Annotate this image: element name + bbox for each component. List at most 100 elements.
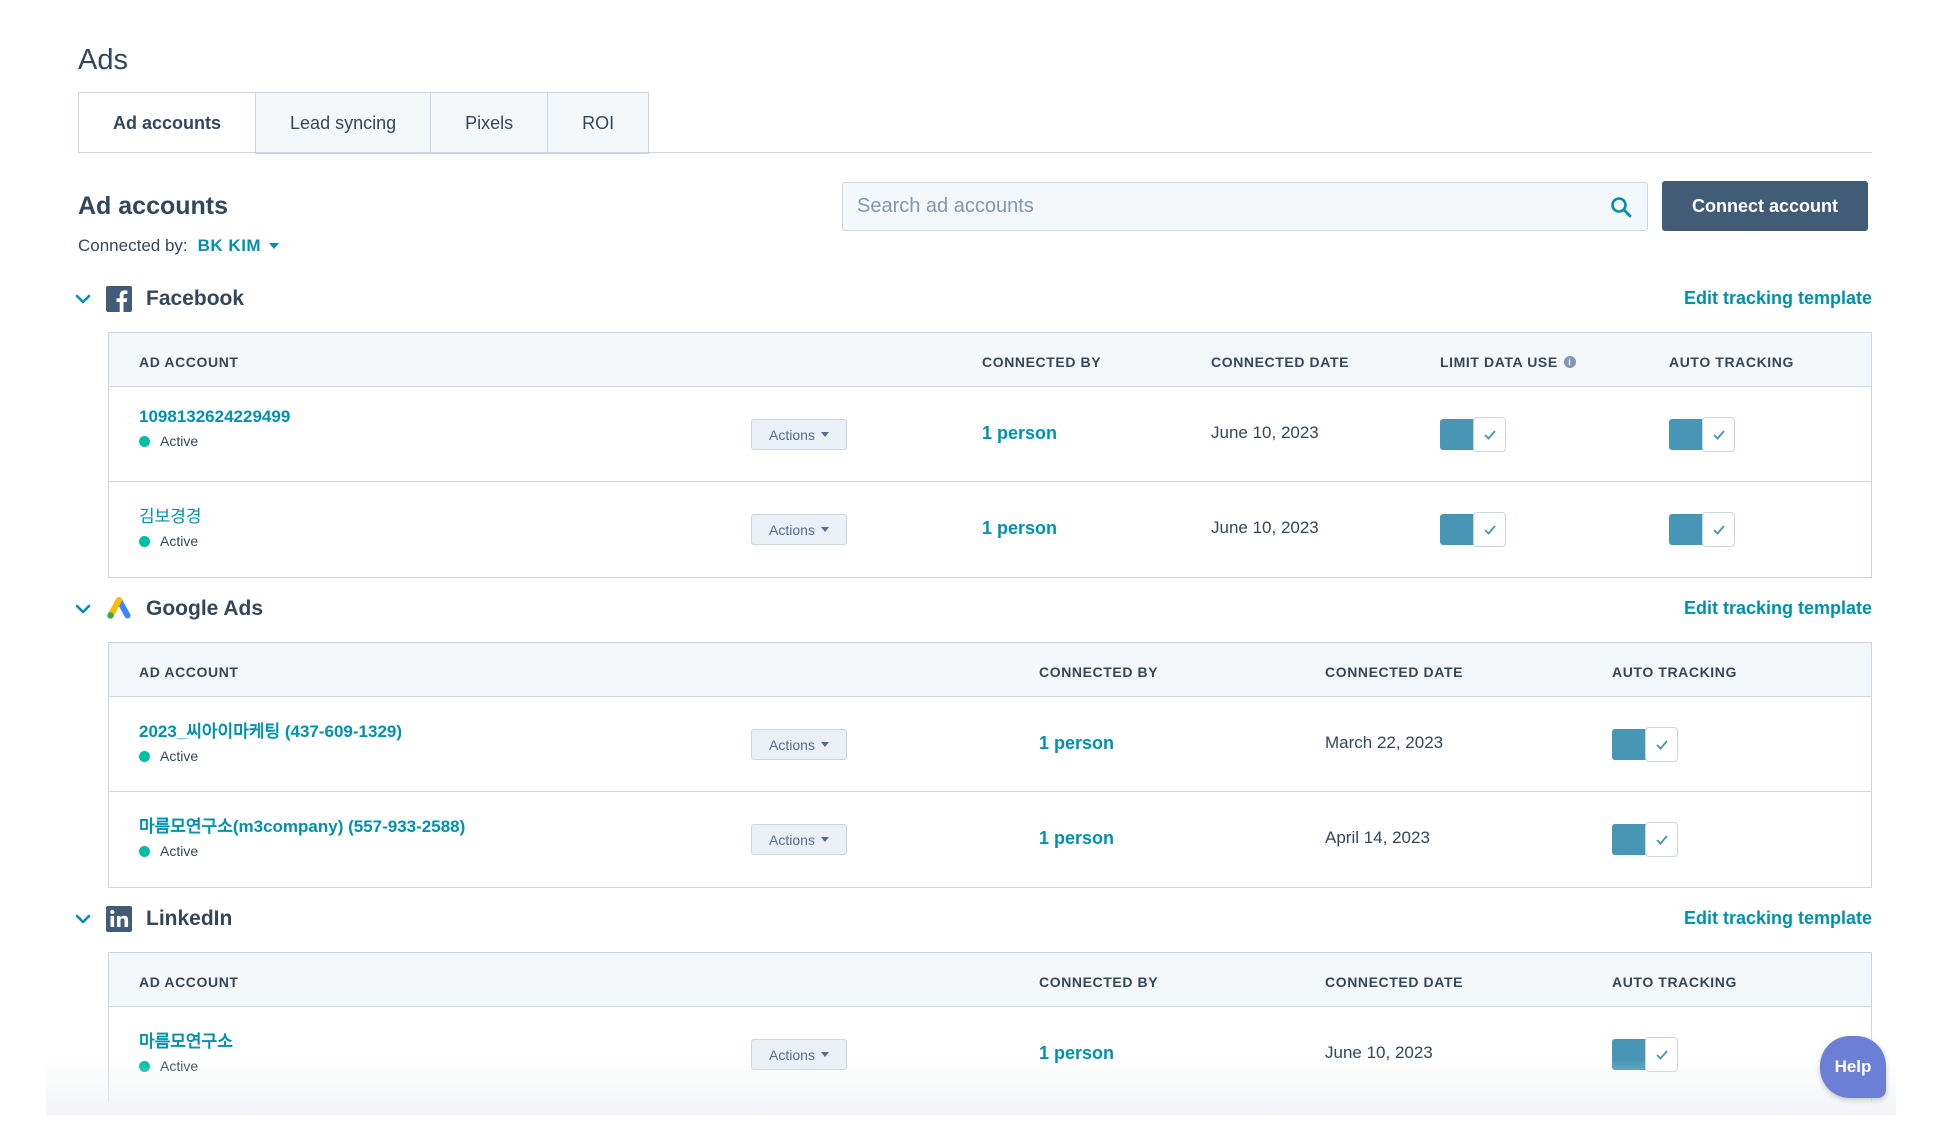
- check-icon: [1702, 512, 1735, 547]
- tab-roi[interactable]: ROI: [547, 92, 650, 154]
- status-dot-icon: [139, 1060, 150, 1072]
- page-title: Ads: [78, 44, 128, 76]
- status-badge: Active: [139, 533, 202, 549]
- column-auto-tracking: AUTO TRACKING: [1669, 354, 1794, 370]
- auto-tracking-toggle[interactable]: [1612, 1037, 1678, 1072]
- caret-down-icon: [820, 527, 829, 532]
- info-icon[interactable]: i: [1563, 356, 1576, 368]
- limit-data-use-toggle[interactable]: [1440, 512, 1506, 547]
- linkedin-logo-icon: [106, 906, 132, 932]
- actions-label: Actions: [769, 521, 815, 538]
- platform-linkedin: LinkedIn Edit tracking template AD ACCOU…: [75, 902, 1872, 1102]
- platform-name: LinkedIn: [146, 907, 233, 930]
- table-row: 마름모연구소 Active Actions 1 person June 10, …: [109, 1007, 1871, 1102]
- connected-by-link[interactable]: 1 person: [1039, 1043, 1114, 1064]
- status-text: Active: [160, 748, 199, 764]
- tab-lead-syncing[interactable]: Lead syncing: [255, 92, 432, 154]
- status-text: Active: [160, 433, 199, 449]
- ad-accounts-table: AD ACCOUNT CONNECTED BY CONNECTED DATE L…: [108, 332, 1872, 578]
- table-header: AD ACCOUNT CONNECTED BY CONNECTED DATE L…: [109, 333, 1871, 387]
- caret-down-icon: [820, 742, 829, 747]
- table-row: 김보경경 Active Actions 1 person June 10, 20…: [109, 482, 1871, 577]
- actions-dropdown-button[interactable]: Actions: [751, 729, 847, 760]
- ads-page: Ads Ad accounts Lead syncing Pixels ROI …: [75, 0, 1872, 1138]
- column-ad-account: AD ACCOUNT: [139, 664, 239, 680]
- ad-accounts-table: AD ACCOUNT CONNECTED BY CONNECTED DATE A…: [108, 952, 1872, 1102]
- search-icon[interactable]: [1609, 195, 1633, 219]
- tab-divider: [78, 152, 1872, 153]
- connected-date: June 10, 2023: [1211, 518, 1319, 537]
- connected-by-filter: Connected by: BK KIM: [78, 236, 280, 256]
- status-dot-icon: [139, 435, 150, 447]
- ad-account-cell: 마름모연구소(m3company) (557-933-2588) Active: [139, 812, 465, 859]
- edit-tracking-template-link[interactable]: Edit tracking template: [1684, 908, 1872, 929]
- column-connected-by: CONNECTED BY: [982, 354, 1102, 370]
- column-connected-by: CONNECTED BY: [1039, 664, 1159, 680]
- connected-by-dropdown[interactable]: BK KIM: [197, 236, 280, 256]
- table-row: 마름모연구소(m3company) (557-933-2588) Active …: [109, 792, 1871, 887]
- status-badge: Active: [139, 748, 402, 764]
- status-dot-icon: [139, 750, 150, 762]
- actions-dropdown-button[interactable]: Actions: [751, 514, 847, 545]
- caret-down-icon: [820, 1052, 829, 1057]
- limit-data-use-toggle[interactable]: [1440, 417, 1506, 452]
- chevron-down-icon[interactable]: [74, 600, 92, 618]
- platform-header: Google Ads Edit tracking template: [75, 592, 1872, 626]
- section-title: Ad accounts: [78, 192, 229, 220]
- platform-header: Facebook Edit tracking template: [75, 282, 1872, 316]
- chevron-down-icon[interactable]: [74, 290, 92, 308]
- actions-label: Actions: [769, 426, 815, 443]
- google-ads-logo-icon: [106, 596, 132, 622]
- ad-account-link[interactable]: 김보경경: [139, 502, 202, 527]
- table-row: 2023_씨아이마케팅 (437-609-1329) Active Action…: [109, 697, 1871, 792]
- status-badge: Active: [139, 843, 465, 859]
- actions-dropdown-button[interactable]: Actions: [751, 419, 847, 450]
- platform-google-ads: Google Ads Edit tracking template AD ACC…: [75, 592, 1872, 888]
- status-dot-icon: [139, 845, 150, 857]
- tab-ad-accounts[interactable]: Ad accounts: [78, 92, 257, 154]
- auto-tracking-toggle[interactable]: [1669, 512, 1735, 547]
- ad-account-link[interactable]: 마름모연구소: [139, 1027, 233, 1052]
- actions-dropdown-button[interactable]: Actions: [751, 1039, 847, 1070]
- connected-by-link[interactable]: 1 person: [1039, 828, 1114, 849]
- connected-date: April 14, 2023: [1325, 828, 1430, 847]
- table-row: 1098132624229499 Active Actions 1 person…: [109, 387, 1871, 482]
- connected-by-link[interactable]: 1 person: [982, 518, 1057, 539]
- search-box: [842, 182, 1648, 231]
- connected-by-link[interactable]: 1 person: [982, 423, 1057, 444]
- connected-date: March 22, 2023: [1325, 733, 1444, 752]
- column-ad-account: AD ACCOUNT: [139, 354, 239, 370]
- help-button[interactable]: Help: [1820, 1036, 1886, 1098]
- connected-by-link[interactable]: 1 person: [1039, 733, 1114, 754]
- column-connected-date: CONNECTED DATE: [1325, 974, 1464, 990]
- ad-account-cell: 1098132624229499 Active: [139, 407, 290, 449]
- edit-tracking-template-link[interactable]: Edit tracking template: [1684, 598, 1872, 619]
- table-header: AD ACCOUNT CONNECTED BY CONNECTED DATE A…: [109, 643, 1871, 697]
- ad-account-link[interactable]: 2023_씨아이마케팅 (437-609-1329): [139, 717, 402, 742]
- actions-label: Actions: [769, 1046, 815, 1063]
- column-connected-date: CONNECTED DATE: [1211, 354, 1350, 370]
- ad-account-cell: 마름모연구소 Active: [139, 1027, 233, 1074]
- platform-name: Facebook: [146, 287, 245, 310]
- actions-dropdown-button[interactable]: Actions: [751, 824, 847, 855]
- connected-by-user: BK KIM: [197, 236, 262, 255]
- auto-tracking-toggle[interactable]: [1612, 822, 1678, 857]
- check-icon: [1645, 1037, 1678, 1072]
- tab-pixels[interactable]: Pixels: [430, 92, 549, 154]
- ad-account-link[interactable]: 1098132624229499: [139, 407, 290, 427]
- edit-tracking-template-link[interactable]: Edit tracking template: [1684, 288, 1872, 309]
- column-auto-tracking: AUTO TRACKING: [1612, 664, 1737, 680]
- caret-down-icon: [820, 432, 829, 437]
- auto-tracking-toggle[interactable]: [1669, 417, 1735, 452]
- column-connected-date: CONNECTED DATE: [1325, 664, 1464, 680]
- platform-header: LinkedIn Edit tracking template: [75, 902, 1872, 936]
- ad-account-link[interactable]: 마름모연구소(m3company) (557-933-2588): [139, 812, 465, 837]
- platform-name: Google Ads: [146, 597, 264, 620]
- column-ad-account: AD ACCOUNT: [139, 974, 239, 990]
- ad-account-cell: 김보경경 Active: [139, 502, 202, 549]
- connect-account-button[interactable]: Connect account: [1662, 181, 1868, 231]
- auto-tracking-toggle[interactable]: [1612, 727, 1678, 762]
- status-text: Active: [160, 843, 199, 859]
- search-input[interactable]: [857, 195, 1609, 218]
- chevron-down-icon[interactable]: [74, 910, 92, 928]
